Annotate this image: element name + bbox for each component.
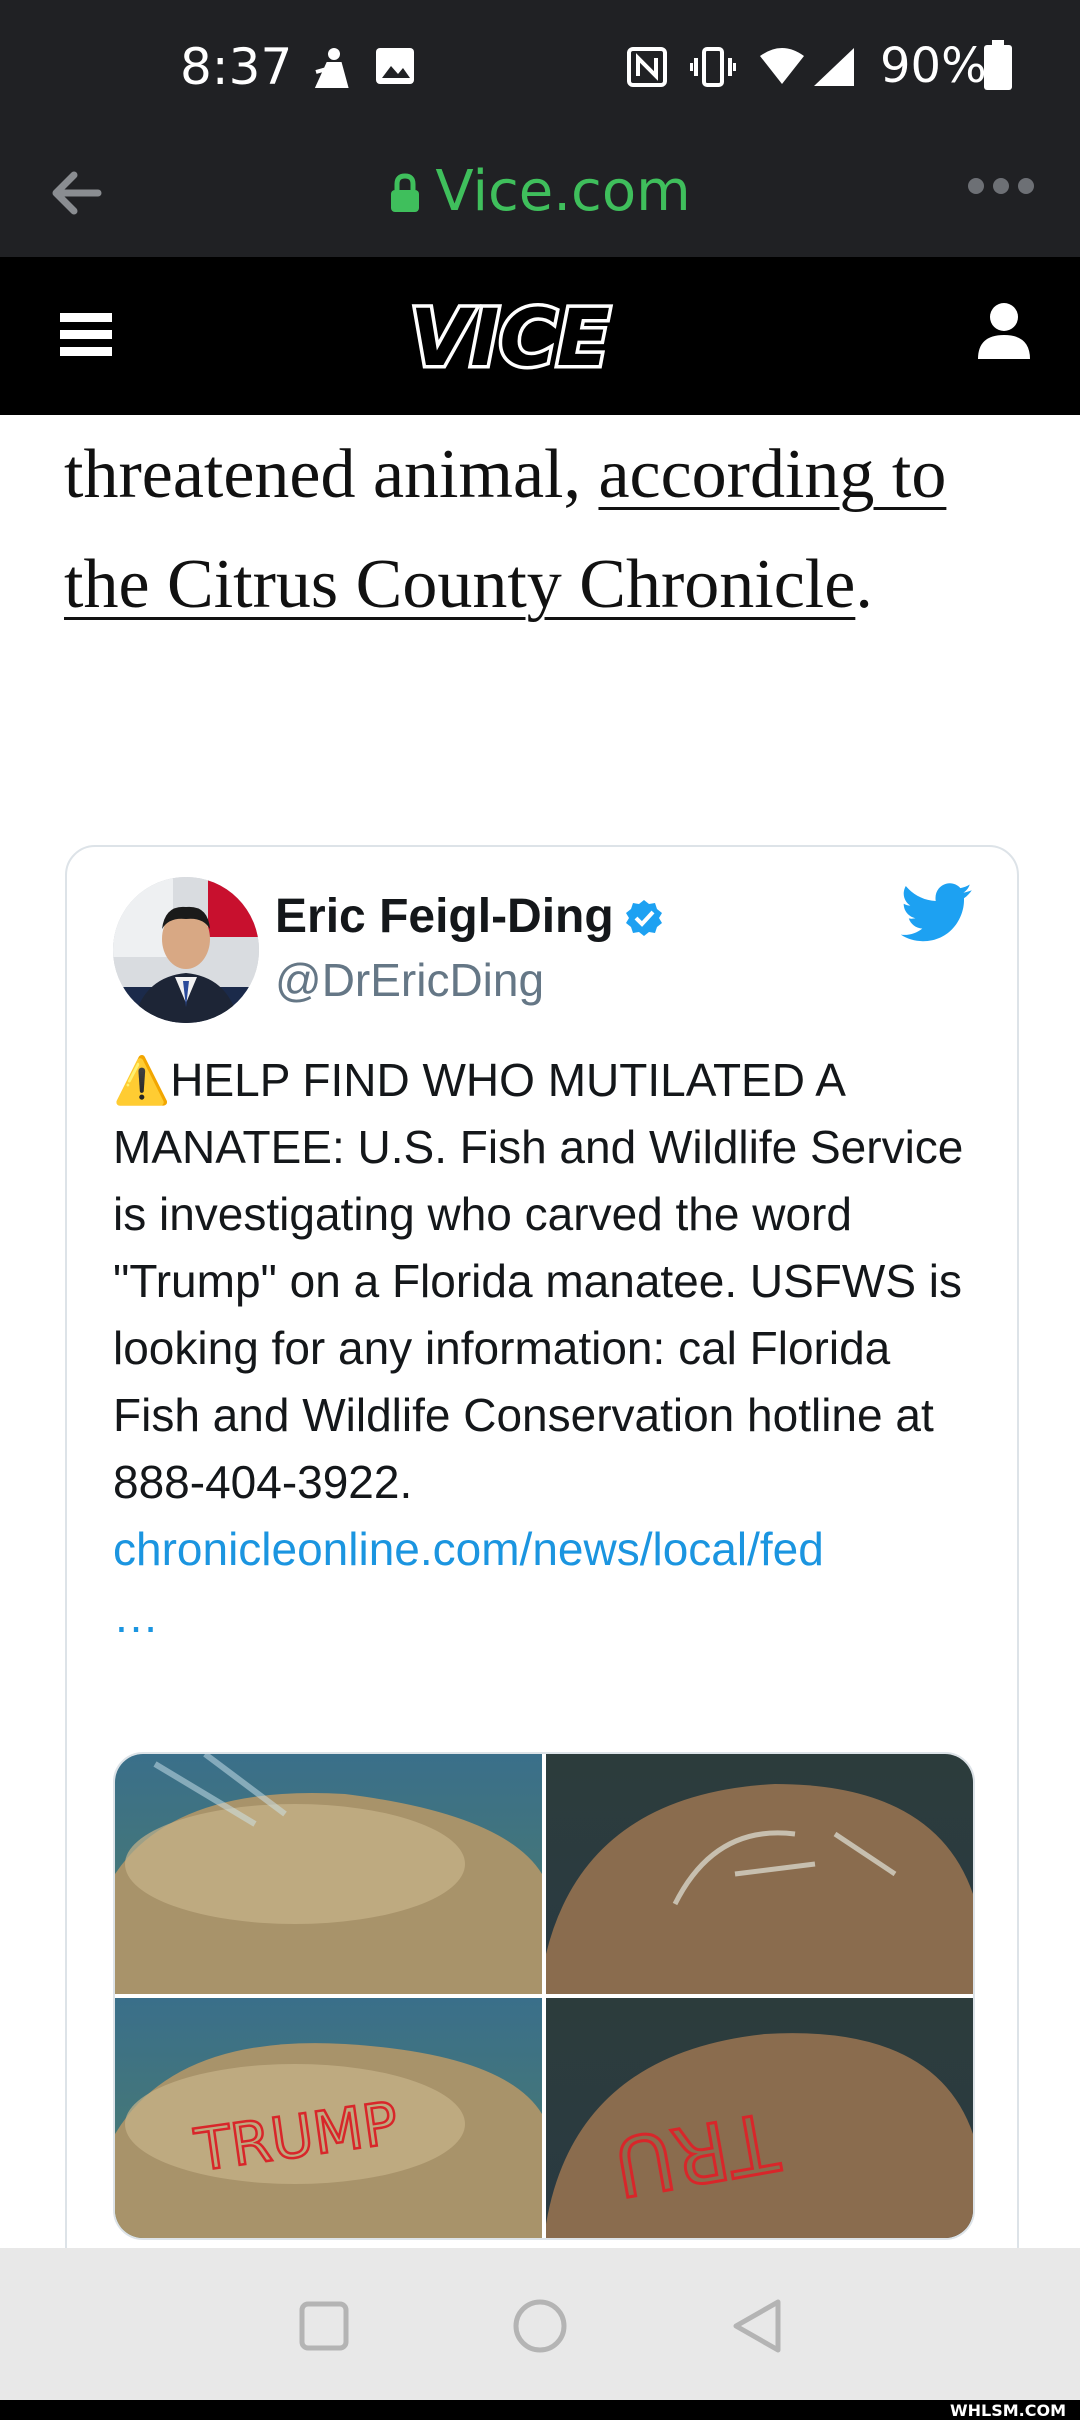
article-text: threatened animal, bbox=[64, 436, 599, 513]
vibrate-icon bbox=[689, 46, 737, 93]
watermark: WHLSM.COM bbox=[949, 2401, 1066, 2420]
warning-emoji-icon: ⚠️ bbox=[113, 1054, 171, 1106]
back-nav-icon[interactable] bbox=[730, 2298, 784, 2359]
manatee-photo-4: TRU bbox=[546, 1998, 973, 2238]
image-notification-icon bbox=[374, 46, 416, 91]
tweet-embed[interactable]: Eric Feigl-Ding @DrEricDing ⚠️HELP FIND … bbox=[65, 845, 1019, 2299]
battery-icon bbox=[984, 40, 1012, 95]
wifi-icon bbox=[758, 46, 806, 91]
site-header: VICE bbox=[0, 257, 1080, 415]
manatee-photo-1 bbox=[115, 1754, 542, 1994]
recents-icon[interactable] bbox=[298, 2300, 350, 2357]
watermark-bar: WHLSM.COM bbox=[0, 2400, 1080, 2420]
vice-logo[interactable]: VICE bbox=[388, 291, 632, 388]
tweet-author-name[interactable]: Eric Feigl-Ding bbox=[275, 889, 664, 950]
manatee-photo-3: TRUMP bbox=[115, 1998, 542, 2238]
lock-icon bbox=[389, 162, 421, 227]
manatee-photo-2 bbox=[546, 1754, 973, 1994]
twitter-bird-icon[interactable] bbox=[900, 883, 973, 948]
home-icon[interactable] bbox=[512, 2298, 568, 2359]
verified-badge-icon bbox=[624, 895, 664, 950]
system-nav-bar bbox=[0, 2248, 1080, 2400]
battery-percent: 90% bbox=[880, 38, 987, 94]
nfc-icon bbox=[626, 46, 668, 93]
status-time: 8:37 bbox=[180, 38, 293, 96]
avatar[interactable] bbox=[113, 877, 259, 1023]
author-name-text: Eric Feigl-Ding bbox=[275, 890, 614, 943]
tweet-link-ellipsis[interactable]: … bbox=[113, 1583, 983, 1650]
svg-text:VICE: VICE bbox=[410, 297, 610, 379]
tweet-author-handle[interactable]: @DrEricDing bbox=[275, 953, 544, 1007]
url-text: Vice.com bbox=[435, 159, 691, 224]
notification-icon bbox=[312, 46, 352, 95]
article-paragraph: threatened animal, according to the Citr… bbox=[64, 420, 1024, 640]
status-bar: 8:37 90% bbox=[0, 0, 1080, 135]
user-account-icon[interactable] bbox=[976, 301, 1032, 366]
tweet-link[interactable]: chronicleonline.com/news/local/fed bbox=[113, 1516, 983, 1583]
tweet-body: HELP FIND WHO MUTILATED A MANATEE: U.S. … bbox=[113, 1054, 964, 1508]
more-options-icon[interactable] bbox=[966, 175, 1036, 202]
tweet-media-grid[interactable]: TRUMP TRU bbox=[113, 1752, 975, 2240]
signal-icon bbox=[812, 46, 856, 93]
article-text-end: . bbox=[855, 546, 873, 623]
tweet-text: ⚠️HELP FIND WHO MUTILATED A MANATEE: U.S… bbox=[113, 1047, 983, 1650]
hamburger-menu-icon[interactable] bbox=[60, 309, 112, 366]
url-field[interactable]: Vice.com bbox=[0, 159, 1080, 227]
browser-url-bar: Vice.com bbox=[0, 135, 1080, 257]
